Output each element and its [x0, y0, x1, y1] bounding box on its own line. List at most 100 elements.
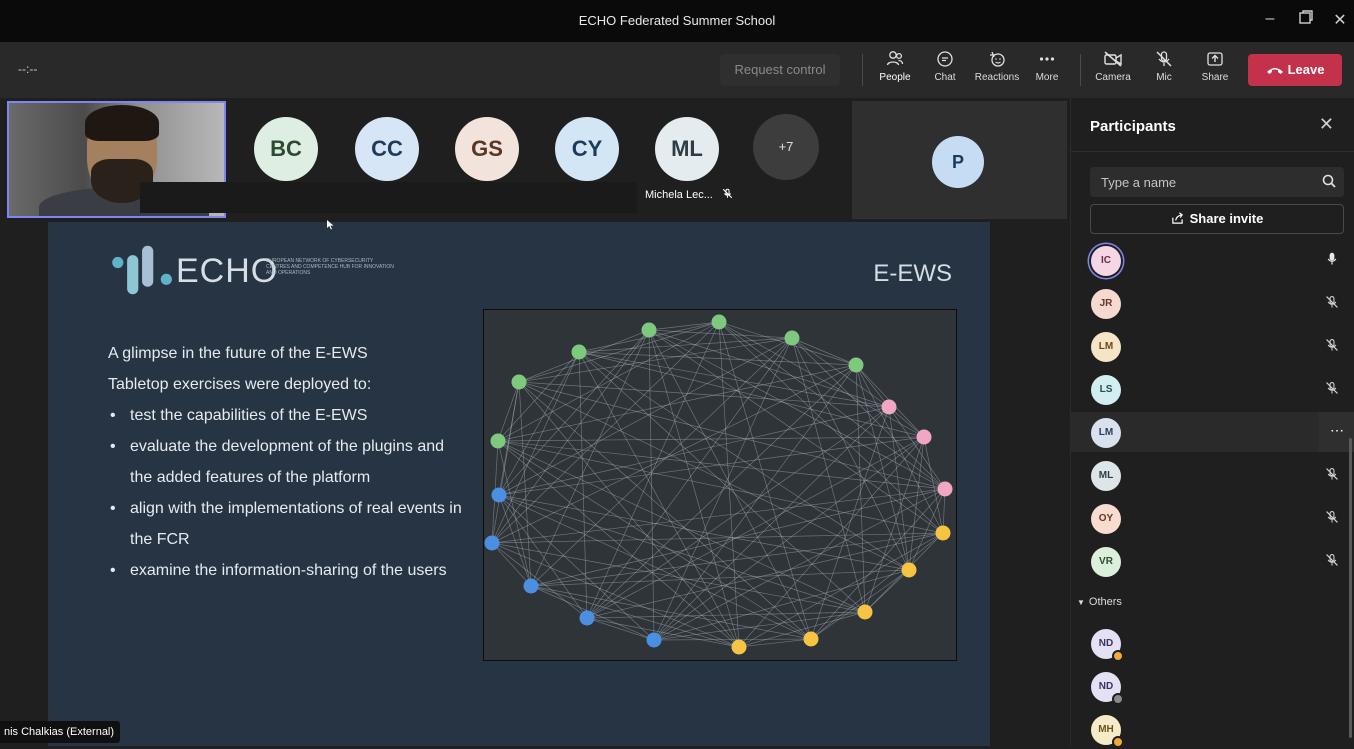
- maximize-icon[interactable]: [1296, 10, 1316, 29]
- graph-node: [490, 433, 506, 449]
- more-label: More: [1035, 72, 1059, 83]
- slide-bullets: test the capabilities of the E-EWS evalu…: [108, 400, 468, 586]
- participant-row[interactable]: LM ⋯: [1071, 412, 1354, 452]
- participant-row[interactable]: ML: [1071, 455, 1354, 495]
- panel-scrollbar[interactable]: [1349, 438, 1352, 738]
- participant-avatar-ml[interactable]: ML: [655, 117, 719, 181]
- others-section-header[interactable]: ▼ Others: [1077, 596, 1122, 608]
- divider: [1071, 151, 1354, 152]
- participant-row[interactable]: OY: [1071, 498, 1354, 538]
- pinned-participant-tile[interactable]: P: [852, 101, 1067, 219]
- more-icon: [1039, 57, 1055, 61]
- echo-logo-icon: [112, 245, 172, 295]
- participant-search-input[interactable]: [1090, 167, 1344, 197]
- graph-node: [937, 481, 953, 497]
- reactions-button[interactable]: Reactions: [974, 50, 1020, 94]
- participant-avatar-bc[interactable]: BC: [254, 117, 318, 181]
- bullet-item: examine the information-sharing of the u…: [108, 555, 468, 586]
- mic-off-icon: [1325, 553, 1339, 572]
- graph-node: [511, 374, 527, 390]
- participant-row[interactable]: LM: [1071, 326, 1354, 366]
- graph-node: [491, 487, 507, 503]
- participant-row[interactable]: ND: [1071, 666, 1354, 706]
- logo-subtext: EUROPEAN NETWORK OF CYBERSECURITY CENTRE…: [266, 258, 394, 276]
- more-participants-button[interactable]: +7: [753, 114, 819, 180]
- meeting-toolbar: --:-- Request control People Chat Reacti…: [0, 42, 1354, 100]
- leave-label: Leave: [1287, 62, 1325, 77]
- graph-node: [935, 525, 951, 541]
- graph-node: [646, 632, 662, 648]
- status-badge: [1112, 736, 1124, 748]
- close-panel-icon[interactable]: ✕: [1319, 114, 1334, 135]
- participant-avatar: IC: [1091, 246, 1121, 276]
- participant-avatar: LS: [1091, 375, 1121, 405]
- mic-off-icon: [1325, 381, 1339, 400]
- participant-avatar-cc[interactable]: CC: [355, 117, 419, 181]
- graph-node: [916, 429, 932, 445]
- logo-text: ECHO: [176, 252, 279, 290]
- mic-off-icon: [722, 188, 733, 199]
- graph-node: [784, 330, 800, 346]
- window-title: ECHO Federated Summer School: [578, 13, 776, 28]
- graph-node: [711, 314, 727, 330]
- people-label: People: [879, 72, 911, 83]
- participant-avatar: VR: [1091, 547, 1121, 577]
- slide-heading: E-EWS: [873, 260, 952, 287]
- speaker-caption: nis Chalkias (External): [0, 721, 121, 743]
- participant-avatar: MH: [1091, 715, 1124, 748]
- participant-avatar: JR: [1091, 289, 1121, 319]
- participant-row[interactable]: VR: [1071, 541, 1354, 581]
- mic-on-icon: [1325, 252, 1339, 271]
- participant-row[interactable]: MH: [1071, 709, 1354, 749]
- graph-node: [901, 562, 917, 578]
- participant-avatar-p: P: [932, 136, 984, 188]
- graph-node: [731, 639, 747, 655]
- chat-icon: [937, 51, 953, 67]
- chat-button[interactable]: Chat: [922, 50, 968, 94]
- shared-slide: ECHO EUROPEAN NETWORK OF CYBERSECURITY C…: [48, 222, 990, 746]
- share-invite-button[interactable]: Share invite: [1090, 204, 1344, 234]
- share-label: Share: [1201, 72, 1229, 83]
- graph-node: [484, 535, 500, 551]
- slide-intro-line: A glimpse in the future of the E-EWS: [108, 345, 368, 362]
- minimize-icon[interactable]: –: [1260, 10, 1280, 28]
- divider: [1080, 54, 1081, 86]
- participant-avatar: OY: [1091, 504, 1121, 534]
- network-graph: [483, 309, 957, 661]
- participant-row[interactable]: ND: [1071, 623, 1354, 663]
- reactions-icon: [990, 51, 1005, 67]
- participant-avatar: ND: [1091, 629, 1124, 662]
- graph-node: [848, 357, 864, 373]
- participant-row[interactable]: LS: [1071, 369, 1354, 409]
- stage-gap: [0, 222, 48, 746]
- share-button[interactable]: Share: [1192, 50, 1238, 94]
- participant-avatar-cy[interactable]: CY: [555, 117, 619, 181]
- graph-node: [881, 399, 897, 415]
- chat-label: Chat: [934, 72, 956, 83]
- bullet-item: test the capabilities of the E-EWS: [108, 400, 468, 431]
- participant-row[interactable]: JR: [1071, 283, 1354, 323]
- participant-row[interactable]: IC: [1071, 240, 1354, 280]
- camera-label: Camera: [1095, 72, 1131, 83]
- mic-off-icon: [1156, 51, 1172, 67]
- leave-button[interactable]: Leave: [1248, 54, 1342, 86]
- mic-off-icon: [1325, 510, 1339, 529]
- mic-off-icon: [1325, 467, 1339, 486]
- status-badge: [1112, 650, 1124, 662]
- close-icon[interactable]: ✕: [1330, 10, 1350, 30]
- meeting-stage: BC CC GS CY ML +7 Michela Lec... P ECHO …: [0, 98, 1070, 746]
- speaker-name: Michela Lec...: [645, 188, 733, 201]
- people-button[interactable]: People: [872, 50, 918, 100]
- meeting-timer: --:--: [18, 62, 38, 76]
- graph-node: [571, 344, 587, 360]
- mic-button[interactable]: Mic: [1141, 50, 1187, 94]
- participant-avatar: ND: [1091, 672, 1124, 705]
- request-control-button[interactable]: Request control: [720, 54, 840, 86]
- share-invite-label: Share invite: [1189, 211, 1264, 226]
- participant-avatar-gs[interactable]: GS: [455, 117, 519, 181]
- camera-button[interactable]: Camera: [1090, 50, 1136, 94]
- mic-label: Mic: [1156, 72, 1172, 83]
- more-button[interactable]: More: [1024, 50, 1070, 94]
- participant-avatar: LM: [1091, 332, 1121, 362]
- panel-title: Participants: [1090, 118, 1176, 135]
